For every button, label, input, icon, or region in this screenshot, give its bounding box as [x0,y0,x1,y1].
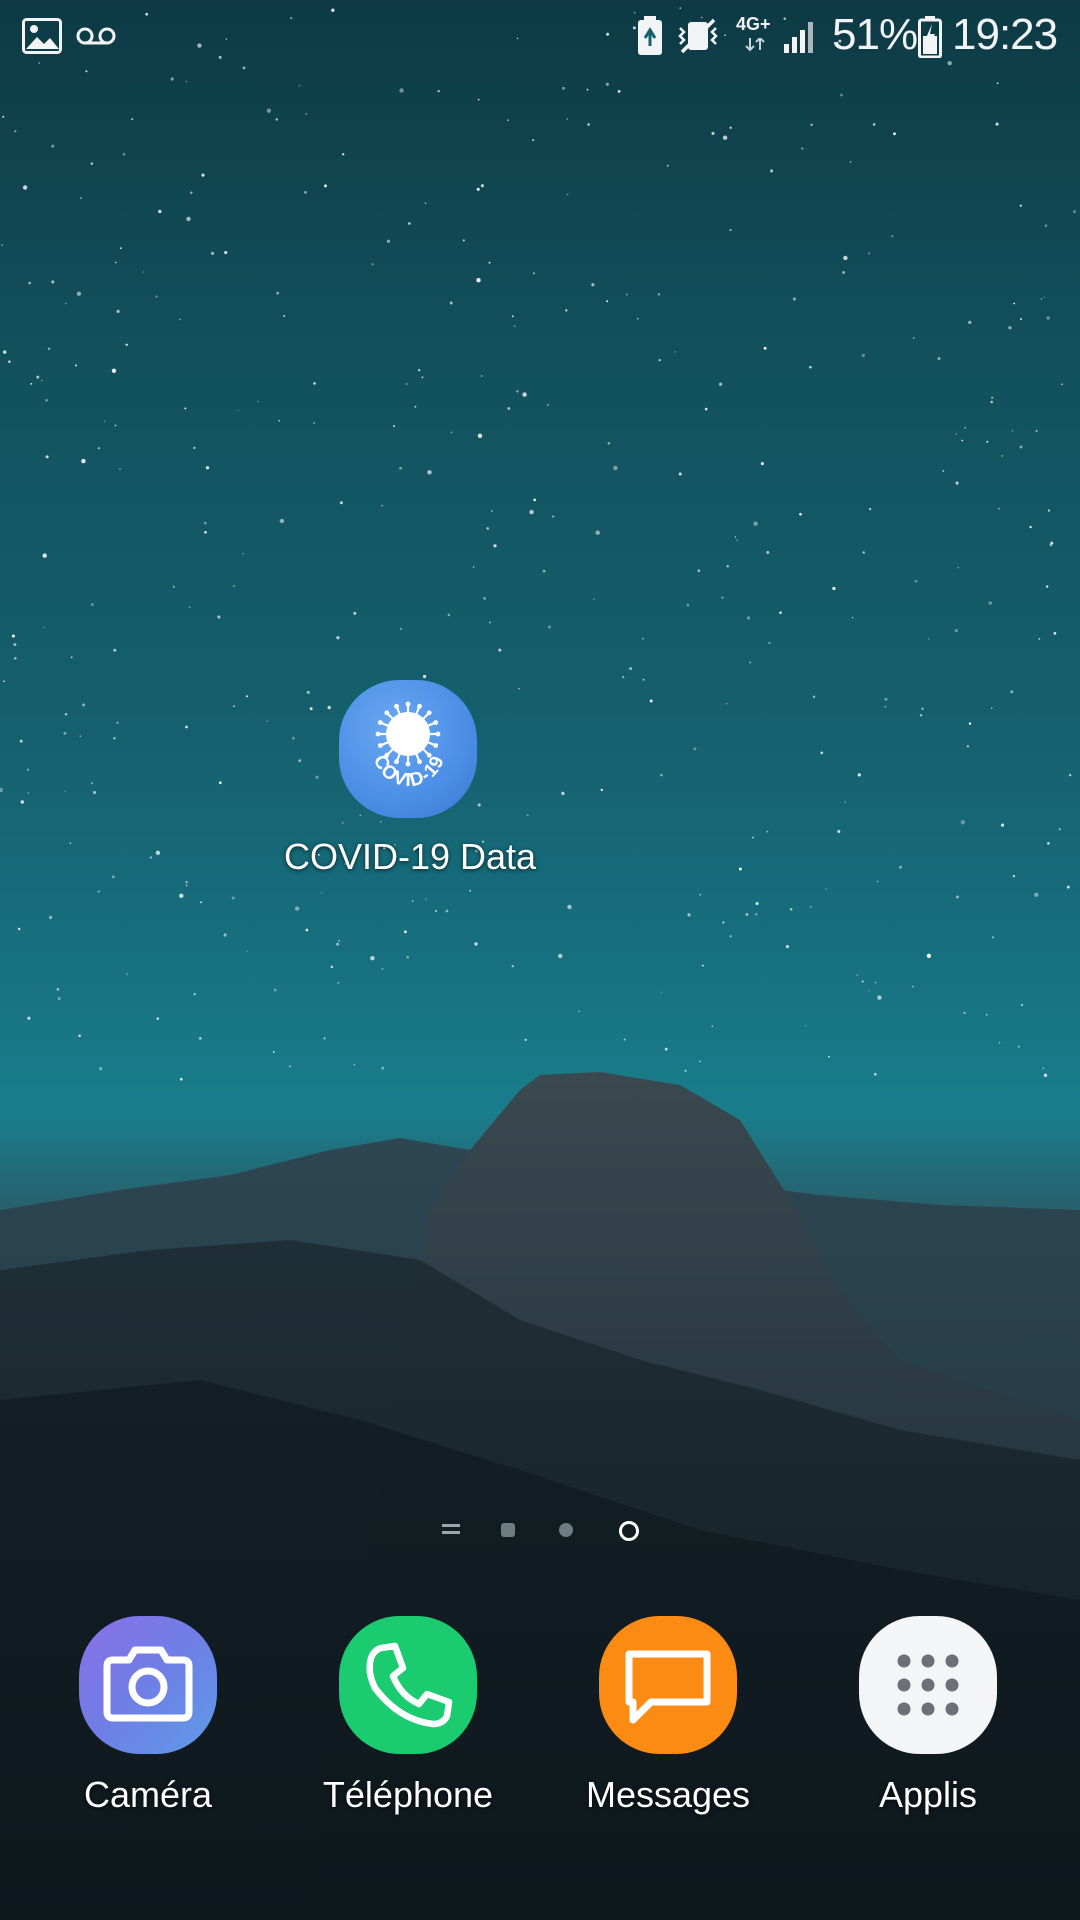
dock: Caméra Téléphone Messages Applis [0,1616,1080,1836]
camera-tile [79,1616,217,1754]
dock-app-apps[interactable]: Applis [818,1616,1038,1826]
gallery-icon [22,18,62,54]
covid-app-tile: COVID-19 [339,680,477,818]
dock-label-apps: Applis [878,1774,978,1815]
battery-percentage: 51% [832,10,918,59]
status-time: 19:23 [952,10,1058,59]
voicemail-icon [76,27,116,45]
network-4g-icon [745,38,765,52]
dock-app-phone[interactable]: Téléphone [298,1616,518,1826]
app-covid-19-data[interactable]: COVID-19 COVID-19 Data [270,680,550,880]
dock-label-phone: Téléphone [322,1774,494,1815]
home-screen: 4G+ 51% 19:23 COVID-19 COVID-19 Data Cam… [0,0,1080,1920]
vibrate-mute-icon [678,18,718,54]
page-indicator[interactable] [430,1512,650,1544]
phone-tile [339,1616,477,1754]
page-dot-1[interactable] [500,1522,516,1538]
app-label-covid-19-data: COVID-19 Data [283,836,537,877]
apps-grid-icon [897,1654,959,1716]
page-dot-2[interactable] [558,1522,574,1538]
signal-icon [784,22,813,53]
page-indicator-home-icon[interactable] [442,1522,460,1536]
battery-saver-icon [638,16,662,55]
covid-virus-icon: COVID-19 [369,701,448,791]
network-type: 4G+ [736,14,771,34]
apps-tile [859,1616,997,1754]
dock-app-messages[interactable]: Messages [558,1616,778,1826]
messages-tile [599,1616,737,1754]
page-dot-current[interactable] [618,1520,640,1542]
dock-label-camera: Caméra [83,1774,213,1815]
dock-label-messages: Messages [585,1774,751,1815]
status-bar: 4G+ 51% 19:23 [0,0,1080,74]
phone-icon [366,1642,453,1728]
dock-app-camera[interactable]: Caméra [38,1616,258,1826]
message-icon [625,1650,711,1724]
battery-icon [918,16,942,58]
camera-icon [103,1646,193,1722]
